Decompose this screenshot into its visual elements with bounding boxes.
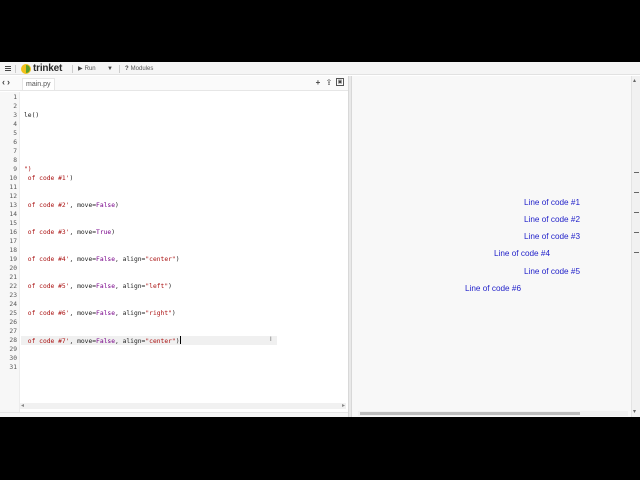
line-number: 7 <box>13 148 17 155</box>
toolbar-divider <box>72 65 73 73</box>
line-number: 24 <box>9 301 17 308</box>
line-number: 27 <box>9 328 17 335</box>
text-cursor <box>179 336 181 344</box>
scroll-marker <box>634 212 639 213</box>
output-canvas: Line of code #1 Line of code #2 Line of … <box>352 76 640 417</box>
tab-main-py[interactable]: main.py <box>22 78 55 90</box>
line-number: 9 <box>13 166 17 173</box>
output-line-6: Line of code #6 <box>465 284 521 293</box>
line-number: 1 <box>13 94 17 101</box>
trinket-logo-icon <box>21 63 31 74</box>
caret-down-icon: ▼ <box>107 65 113 72</box>
play-icon: ▶ <box>78 66 83 72</box>
line-number: 31 <box>9 364 17 371</box>
chevron-right-icon[interactable]: › <box>7 77 12 87</box>
editor-footer <box>0 412 348 417</box>
code-line-9[interactable]: ") <box>24 165 32 174</box>
hamburger-icon <box>5 66 11 71</box>
line-number: 8 <box>13 157 17 164</box>
toolbar-divider <box>119 65 120 73</box>
code-line-13[interactable]: of code #2', move=False) <box>24 201 119 210</box>
line-number: 29 <box>9 346 17 353</box>
ibeam-cursor-icon: I <box>270 337 272 343</box>
line-number: 15 <box>9 220 17 227</box>
scroll-marker <box>634 172 639 173</box>
line-number: 6 <box>13 139 17 146</box>
scroll-marker <box>634 252 639 253</box>
line-number: 20 <box>9 265 17 272</box>
scroll-left-icon[interactable]: ◂ <box>21 402 24 409</box>
editor-horizontal-scrollbar[interactable]: ◂ ▸ <box>20 403 346 409</box>
scroll-right-icon[interactable]: ▸ <box>342 402 345 409</box>
output-line-5: Line of code #5 <box>524 267 580 276</box>
code-line-10[interactable]: of code #1') <box>24 174 74 183</box>
code-editor[interactable]: 1 2 3 4 5 6 7 8 9 10 11 12 13 14 15 16 17 18 19 20 21 22 23 24 2… <box>0 92 348 417</box>
line-number: 3 <box>13 112 17 119</box>
tab-navigation: ‹› <box>2 77 12 87</box>
line-number: 2 <box>13 103 17 110</box>
line-number: 30 <box>9 355 17 362</box>
run-options-dropdown[interactable]: ▼ <box>107 62 113 75</box>
output-line-3: Line of code #3 <box>524 232 580 241</box>
scroll-marker <box>634 232 639 233</box>
question-icon: ? <box>125 65 129 72</box>
menu-button[interactable] <box>5 62 11 75</box>
scroll-down-icon[interactable]: ▾ <box>633 408 636 415</box>
line-number: 4 <box>13 121 17 128</box>
scrollbar-thumb[interactable] <box>360 412 580 415</box>
line-number: 11 <box>9 184 17 191</box>
line-number: 13 <box>9 202 17 209</box>
code-line-3[interactable]: le() <box>24 111 39 120</box>
line-number: 26 <box>9 319 17 326</box>
scroll-up-icon[interactable]: ▴ <box>633 77 636 84</box>
output-horizontal-scrollbar[interactable] <box>358 411 628 416</box>
trinket-app: trinket ▶ Run ▼ ? Modules ‹› main.py + ⇪… <box>0 62 640 417</box>
line-number: 16 <box>9 229 17 236</box>
code-line-16[interactable]: of code #3', move=True) <box>24 228 115 237</box>
output-line-1: Line of code #1 <box>524 198 580 207</box>
line-number: 14 <box>9 211 17 218</box>
modules-label: Modules <box>130 65 154 72</box>
code-line-22[interactable]: of code #5', move=False, align="left") <box>24 282 172 291</box>
scroll-marker <box>634 192 639 193</box>
code-line-28[interactable]: of code #7', move=False, align="center") <box>24 336 181 345</box>
line-number: 10 <box>9 175 17 182</box>
run-button[interactable]: ▶ Run <box>78 62 96 75</box>
run-label: Run <box>84 65 96 72</box>
toolbar: trinket ▶ Run ▼ ? Modules <box>0 62 640 75</box>
trinket-logo[interactable]: trinket <box>21 62 62 75</box>
output-line-4: Line of code #4 <box>494 249 550 258</box>
output-vertical-scrollbar[interactable]: ▴ ▾ <box>631 76 640 417</box>
code-line-25[interactable]: of code #6', move=False, align="right") <box>24 309 176 318</box>
line-number: 23 <box>9 292 17 299</box>
code-line-19[interactable]: of code #4', move=False, align="center") <box>24 255 180 264</box>
line-number: 21 <box>9 274 17 281</box>
upload-icon[interactable]: ⇪ <box>325 78 333 87</box>
image-icon[interactable]: ▣ <box>336 78 344 86</box>
line-number-gutter: 1 2 3 4 5 6 7 8 9 10 11 12 13 14 15 16 17 18 19 20 21 22 23 24 2… <box>0 92 20 412</box>
plus-icon[interactable]: + <box>314 78 322 87</box>
line-number: 22 <box>9 283 17 290</box>
line-number: 28 <box>9 337 17 344</box>
toolbar-divider <box>15 65 16 73</box>
line-number: 19 <box>9 256 17 263</box>
line-number: 17 <box>9 238 17 245</box>
line-number: 25 <box>9 310 17 317</box>
editor-tab-bar: ‹› main.py + ⇪ ▣ <box>0 76 348 91</box>
file-actions: + ⇪ ▣ <box>314 78 344 87</box>
output-line-2: Line of code #2 <box>524 215 580 224</box>
line-number: 18 <box>9 247 17 254</box>
modules-button[interactable]: ? Modules <box>125 62 153 75</box>
line-number: 5 <box>13 130 17 137</box>
line-number: 12 <box>9 193 17 200</box>
